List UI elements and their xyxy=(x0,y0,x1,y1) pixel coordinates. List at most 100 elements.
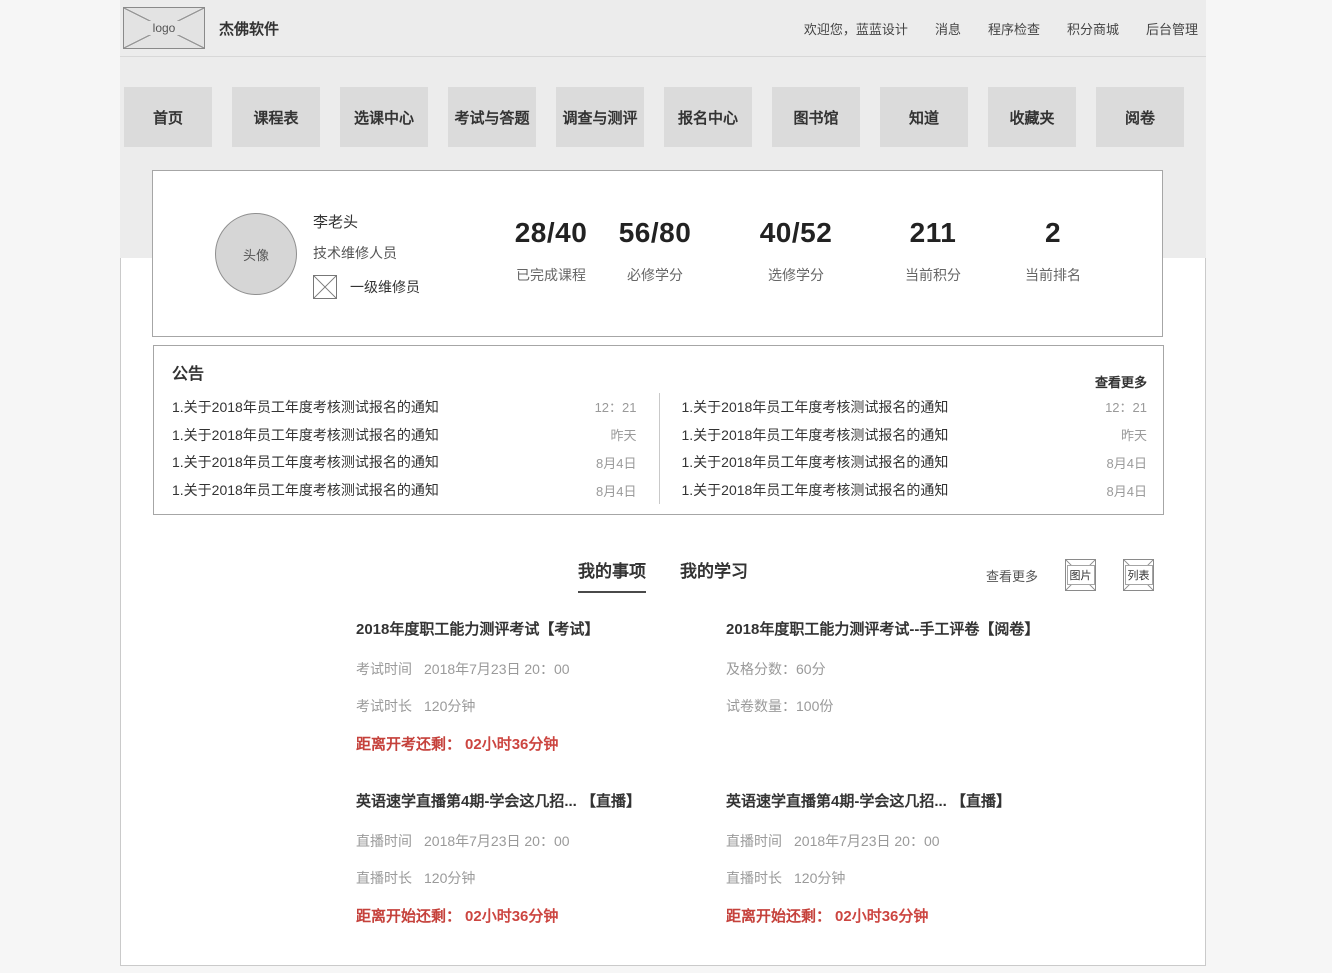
announcement-time: 8月4日 xyxy=(596,481,636,500)
stat-label: 当前排名 xyxy=(991,265,1115,285)
meta-label: 试卷数量： xyxy=(726,698,796,714)
meta-label: 直播时长 xyxy=(356,870,412,886)
stat-value: 40/52 xyxy=(734,217,858,249)
stat-label: 必修学分 xyxy=(593,265,717,285)
card-meta-row: 直播时间2018年7月23日 20：00 xyxy=(726,831,1096,851)
avatar: 头像 xyxy=(215,213,297,295)
my-section-view-more-link[interactable]: 查看更多 xyxy=(986,566,1038,585)
nav-tab-library[interactable]: 图书馆 xyxy=(772,87,860,147)
logo-placeholder-icon[interactable]: logo xyxy=(123,7,205,49)
countdown-label: 距离开始还剩： xyxy=(726,908,831,925)
list-view-button[interactable]: 列表 xyxy=(1123,559,1154,591)
card-title[interactable]: 英语速学直播第4期-学会这几招... 【直播】 xyxy=(726,790,1096,811)
countdown-text: 距离开始还剩：02小时36分钟 xyxy=(356,905,726,926)
countdown-value: 02小时36分钟 xyxy=(835,908,928,925)
announcement-item[interactable]: 1.关于2018年员工年度考核测试报名的通知 8月4日 xyxy=(172,449,637,477)
announcements-left-column: 1.关于2018年员工年度考核测试报名的通知 12：21 1.关于2018年员工… xyxy=(154,393,659,504)
announcement-item[interactable]: 1.关于2018年员工年度考核测试报名的通知 8月4日 xyxy=(682,476,1148,504)
announcement-item[interactable]: 1.关于2018年员工年度考核测试报名的通知 昨天 xyxy=(682,421,1148,449)
stat-label: 选修学分 xyxy=(734,265,858,285)
announcements-panel: 公告 查看更多 1.关于2018年员工年度考核测试报名的通知 12：21 1.关… xyxy=(153,345,1164,515)
nav-tab-registration[interactable]: 报名中心 xyxy=(664,87,752,147)
nav-tab-exams[interactable]: 考试与答题 xyxy=(448,87,536,147)
announcement-text: 1.关于2018年员工年度考核测试报名的通知 xyxy=(682,452,949,472)
my-items-grid: 2018年度职工能力测评考试【考试】 考试时间2018年7月23日 20：00 … xyxy=(356,618,1096,926)
top-link-admin[interactable]: 后台管理 xyxy=(1146,19,1198,38)
countdown-text: 距离开考还剩：02小时36分钟 xyxy=(356,733,726,754)
announcement-item[interactable]: 1.关于2018年员工年度考核测试报名的通知 8月4日 xyxy=(682,449,1148,477)
nav-tab-surveys[interactable]: 调查与测评 xyxy=(556,87,644,147)
card-meta-row: 直播时间2018年7月23日 20：00 xyxy=(356,831,726,851)
meta-label: 考试时间 xyxy=(356,661,412,677)
card-title[interactable]: 英语速学直播第4期-学会这几招... 【直播】 xyxy=(356,790,726,811)
announcement-time: 12：21 xyxy=(1105,397,1147,416)
announcements-title: 公告 xyxy=(172,360,204,384)
top-bar: logo 杰佛软件 欢迎您，蓝蓝设计 消息 程序检查 积分商城 后台管理 xyxy=(120,0,1206,57)
user-title: 技术维修人员 xyxy=(313,243,420,263)
meta-label: 直播时间 xyxy=(726,833,782,849)
user-name: 李老头 xyxy=(313,211,420,232)
meta-label: 直播时间 xyxy=(356,833,412,849)
announcement-time: 8月4日 xyxy=(1107,481,1147,500)
announcements-right-column: 1.关于2018年员工年度考核测试报名的通知 12：21 1.关于2018年员工… xyxy=(659,393,1164,504)
nav-tab-course-center[interactable]: 选课中心 xyxy=(340,87,428,147)
nav-tab-grading[interactable]: 阅卷 xyxy=(1096,87,1184,147)
announcement-text: 1.关于2018年员工年度考核测试报名的通知 xyxy=(172,397,439,417)
stat-label: 当前积分 xyxy=(871,265,995,285)
nav-tab-schedule[interactable]: 课程表 xyxy=(232,87,320,147)
announcement-text: 1.关于2018年员工年度考核测试报名的通知 xyxy=(172,452,439,472)
badge-placeholder-icon xyxy=(313,275,337,299)
announcement-text: 1.关于2018年员工年度考核测试报名的通知 xyxy=(682,397,949,417)
meta-value: 2018年7月23日 20：00 xyxy=(424,661,570,677)
announcement-text: 1.关于2018年员工年度考核测试报名的通知 xyxy=(682,480,949,500)
card-meta-row: 及格分数：60分 xyxy=(726,659,1096,679)
announcements-columns: 1.关于2018年员工年度考核测试报名的通知 12：21 1.关于2018年员工… xyxy=(154,393,1163,504)
announcement-item[interactable]: 1.关于2018年员工年度考核测试报名的通知 昨天 xyxy=(172,421,637,449)
announcement-text: 1.关于2018年员工年度考核测试报名的通知 xyxy=(682,425,949,445)
announcement-item[interactable]: 1.关于2018年员工年度考核测试报名的通知 12：21 xyxy=(172,393,637,421)
stat-value: 2 xyxy=(991,217,1115,249)
announcement-time: 8月4日 xyxy=(1107,453,1147,472)
countdown-label: 距离开考还剩： xyxy=(356,736,461,753)
meta-label: 直播时长 xyxy=(726,870,782,886)
stat-current-points: 211 当前积分 xyxy=(871,217,995,285)
announcement-item[interactable]: 1.关于2018年员工年度考核测试报名的通知 12：21 xyxy=(682,393,1148,421)
announcement-time: 12：21 xyxy=(595,397,637,416)
card-title[interactable]: 2018年度职工能力测评考试--手工评卷【阅卷】 xyxy=(726,618,1096,639)
card-meta-row: 考试时间 2018年7月23日 20：00 xyxy=(356,659,726,679)
nav-tab-favorites[interactable]: 收藏夹 xyxy=(988,87,1076,147)
picture-view-button[interactable]: 图片 xyxy=(1065,559,1096,591)
user-summary-card: 头像 李老头 技术维修人员 一级维修员 28/40 已完成课程 56/80 必修… xyxy=(152,170,1163,337)
top-link-messages[interactable]: 消息 xyxy=(935,19,961,38)
user-badge: 一级维修员 xyxy=(313,275,420,299)
stat-elective-credits: 40/52 选修学分 xyxy=(734,217,858,285)
tab-my-items[interactable]: 我的事项 xyxy=(578,557,646,593)
meta-value: 60分 xyxy=(796,661,826,677)
top-link-program-check[interactable]: 程序检查 xyxy=(988,19,1040,38)
announcements-view-more-link[interactable]: 查看更多 xyxy=(1095,372,1147,391)
top-links: 欢迎您，蓝蓝设计 消息 程序检查 积分商城 后台管理 xyxy=(804,0,1198,57)
top-link-points-mall[interactable]: 积分商城 xyxy=(1067,19,1119,38)
countdown-text: 距离开始还剩：02小时36分钟 xyxy=(726,905,1096,926)
meta-value: 120分钟 xyxy=(424,698,475,714)
announcement-item[interactable]: 1.关于2018年员工年度考核测试报名的通知 8月4日 xyxy=(172,476,637,504)
card-meta-row: 试卷数量：100份 xyxy=(726,696,1096,716)
countdown-label: 距离开始还剩： xyxy=(356,908,461,925)
meta-label: 考试时长 xyxy=(356,698,412,714)
page-body: 公告 查看更多 1.关于2018年员工年度考核测试报名的通知 12：21 1.关… xyxy=(120,258,1206,966)
meta-label: 及格分数： xyxy=(726,661,796,677)
badge-label: 一级维修员 xyxy=(350,277,420,297)
stat-current-rank: 2 当前排名 xyxy=(991,217,1115,285)
countdown-value: 02小时36分钟 xyxy=(465,736,558,753)
card-title[interactable]: 2018年度职工能力测评考试【考试】 xyxy=(356,618,726,639)
user-info: 李老头 技术维修人员 一级维修员 xyxy=(313,211,420,299)
my-section-header: 我的事项 我的学习 查看更多 图片 列表 xyxy=(121,557,1205,599)
meta-value: 120分钟 xyxy=(794,870,845,886)
card-meta-row: 直播时长 120分钟 xyxy=(356,868,726,888)
meta-value: 100份 xyxy=(796,698,833,714)
meta-value: 120分钟 xyxy=(424,870,475,886)
tab-my-learning[interactable]: 我的学习 xyxy=(680,557,748,593)
nav-tab-know[interactable]: 知道 xyxy=(880,87,968,147)
nav-tab-home[interactable]: 首页 xyxy=(124,87,212,147)
card-meta-row: 直播时长 120分钟 xyxy=(726,868,1096,888)
